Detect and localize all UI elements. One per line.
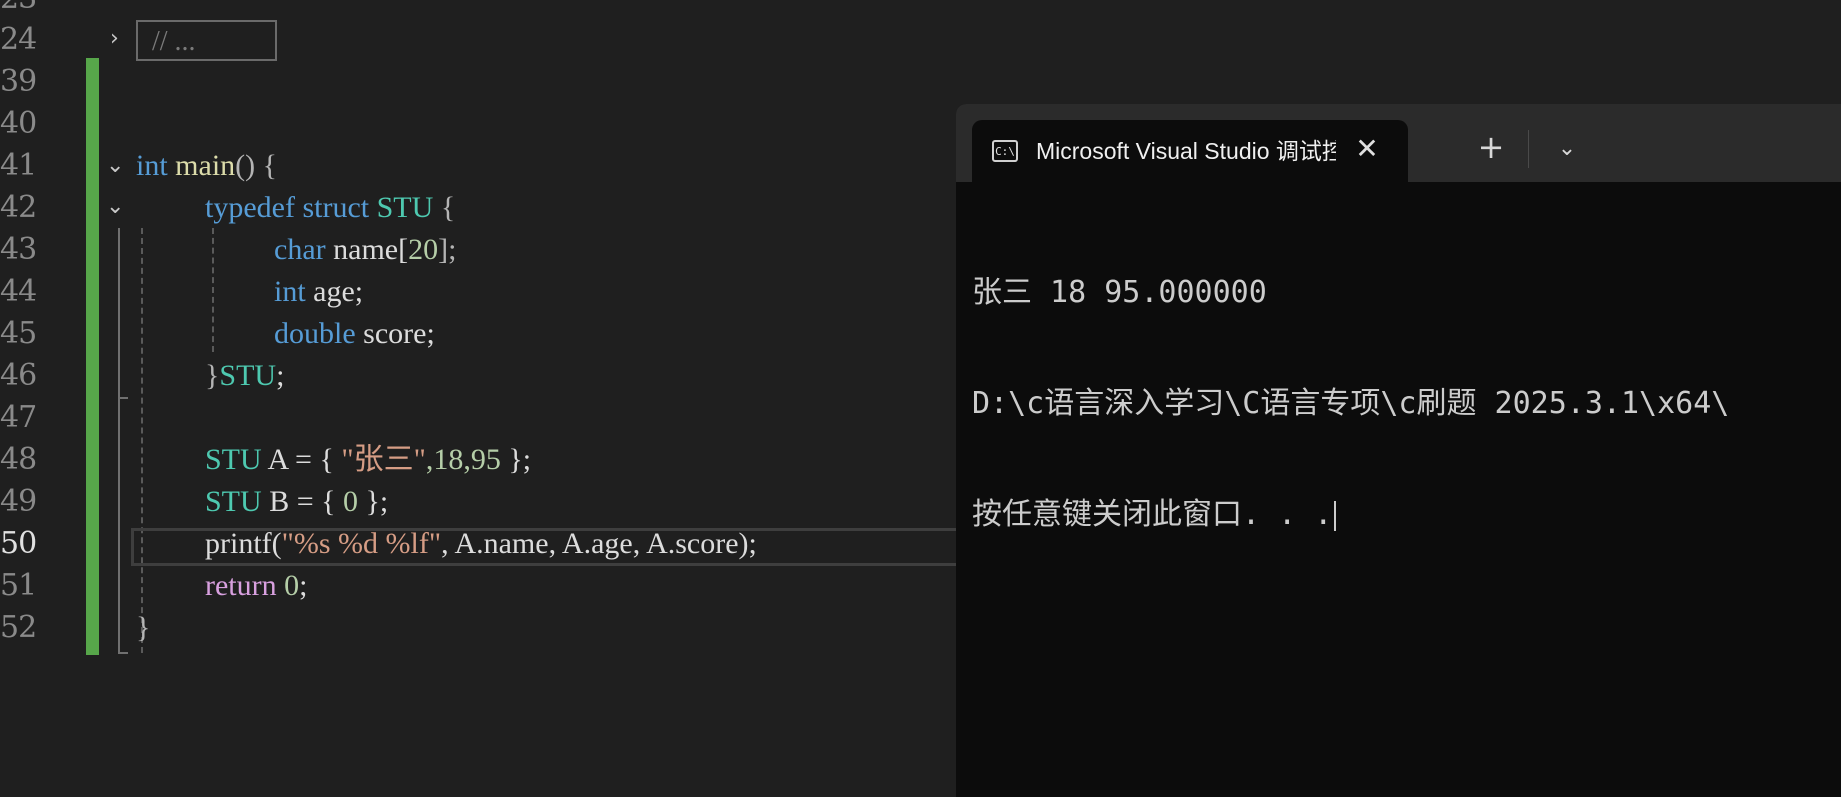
line-number: 45 (0, 316, 37, 351)
punctuation: }; (500, 443, 532, 476)
keyword: return (205, 569, 277, 602)
terminal-tab-title: Microsoft Visual Studio 调试控制台 (1036, 138, 1336, 164)
type-name: STU (205, 485, 262, 518)
line-number: 49 (0, 484, 37, 519)
line-number: 44 (0, 274, 37, 309)
punctuation: { (440, 191, 456, 224)
number-literal: 20 (408, 233, 439, 266)
punctuation: ]; (438, 233, 457, 266)
code-line-52[interactable]: } (136, 607, 150, 649)
keyword: int (136, 149, 168, 182)
output-line: D:\c语言深入学习\C语言专项\c刷题 2025.3.1\x64\ (972, 386, 1730, 421)
line-number: 24 (0, 22, 37, 57)
console-icon: C:\ (992, 140, 1018, 162)
chevron-down-icon[interactable]: ⌄ (106, 196, 128, 218)
string-literal: "张三" (341, 443, 426, 476)
scope-guide (212, 228, 214, 352)
identifier: , A.name, A.age, A.score); (441, 527, 757, 560)
code-line-50[interactable]: printf("%s %d %lf", A.name, A.age, A.sco… (205, 523, 757, 565)
code-line-46[interactable]: }STU; (205, 355, 284, 397)
line-number: 23 (0, 0, 37, 20)
punctuation: } (136, 611, 151, 644)
identifier: A = { (267, 443, 342, 476)
identifier: name[ (333, 233, 409, 266)
keyword: typedef (205, 191, 295, 224)
line-number: 39 (0, 64, 37, 99)
code-line-41[interactable]: int main() { (136, 145, 277, 187)
terminal-tab[interactable]: C:\ Microsoft Visual Studio 调试控制台 ✕ (972, 120, 1408, 182)
code-line-48[interactable]: STU A = { "张三",18,95 }; (205, 439, 531, 481)
line-number: 40 (0, 106, 37, 141)
output-line: 张三 18 95.000000 (972, 275, 1267, 310)
output-text: 按任意键关闭此窗口. . . (972, 497, 1333, 532)
terminal-window[interactable]: C:\ Microsoft Visual Studio 调试控制台 ✕ + ⌄ … (956, 104, 1841, 797)
type-name: STU (205, 443, 262, 476)
code-line-43[interactable]: char name[20]; (274, 229, 456, 271)
line-number: 42 (0, 190, 37, 225)
collapsed-region[interactable]: // ... (136, 20, 277, 61)
scope-guide-end (118, 652, 128, 654)
keyword: int (274, 275, 306, 308)
scope-guide (118, 228, 120, 653)
keyword: double (274, 317, 356, 350)
keyword: char (274, 233, 326, 266)
type-name: STU (376, 191, 434, 224)
identifier: score; (363, 317, 435, 350)
string-literal: "%s %d %lf" (281, 527, 442, 560)
number-literal: ,18,95 (425, 443, 501, 476)
type-name: STU (219, 359, 277, 392)
divider (1528, 130, 1529, 168)
punctuation: } (205, 359, 220, 392)
punctuation: }; (358, 485, 389, 518)
line-number: 48 (0, 442, 37, 477)
code-line-42[interactable]: typedef struct STU { (205, 187, 455, 229)
identifier: B = { (269, 485, 344, 518)
function-name: main (175, 149, 236, 182)
line-number: 51 (0, 568, 37, 603)
identifier: age; (313, 275, 364, 308)
line-number: 47 (0, 400, 37, 435)
punctuation: ; (299, 569, 308, 602)
line-number-current: 50 (0, 526, 37, 561)
number-literal: 0 (343, 485, 359, 518)
function-name: printf( (205, 527, 282, 560)
terminal-output[interactable]: 张三 18 95.000000 D:\c语言深入学习\C语言专项\c刷题 202… (972, 200, 1841, 760)
change-indicator-bar (86, 58, 99, 655)
line-number: 52 (0, 610, 37, 645)
terminal-titlebar[interactable]: C:\ Microsoft Visual Studio 调试控制台 ✕ + ⌄ (956, 104, 1841, 182)
scope-guide-end (118, 397, 128, 399)
punctuation: () { (235, 149, 278, 182)
text-cursor (1334, 500, 1337, 531)
chevron-right-icon[interactable]: › (110, 28, 132, 50)
keyword: struct (302, 191, 370, 224)
chevron-down-icon[interactable]: ⌄ (1552, 134, 1582, 164)
scope-guide (141, 228, 143, 653)
code-line-44[interactable]: int age; (274, 271, 363, 313)
number-literal: 0 (284, 569, 300, 602)
line-number: 43 (0, 232, 37, 267)
line-number: 46 (0, 358, 37, 393)
punctuation: ; (276, 359, 285, 392)
chevron-down-icon[interactable]: ⌄ (106, 155, 128, 177)
code-line-51[interactable]: return 0; (205, 565, 307, 607)
output-line: 按任意键关闭此窗口. . . (972, 496, 1841, 533)
new-tab-button[interactable]: + (1476, 131, 1506, 163)
code-line-45[interactable]: double score; (274, 313, 435, 355)
close-icon[interactable]: ✕ (1352, 134, 1382, 164)
line-number: 41 (0, 148, 37, 183)
code-line-49[interactable]: STU B = { 0 }; (205, 481, 388, 523)
